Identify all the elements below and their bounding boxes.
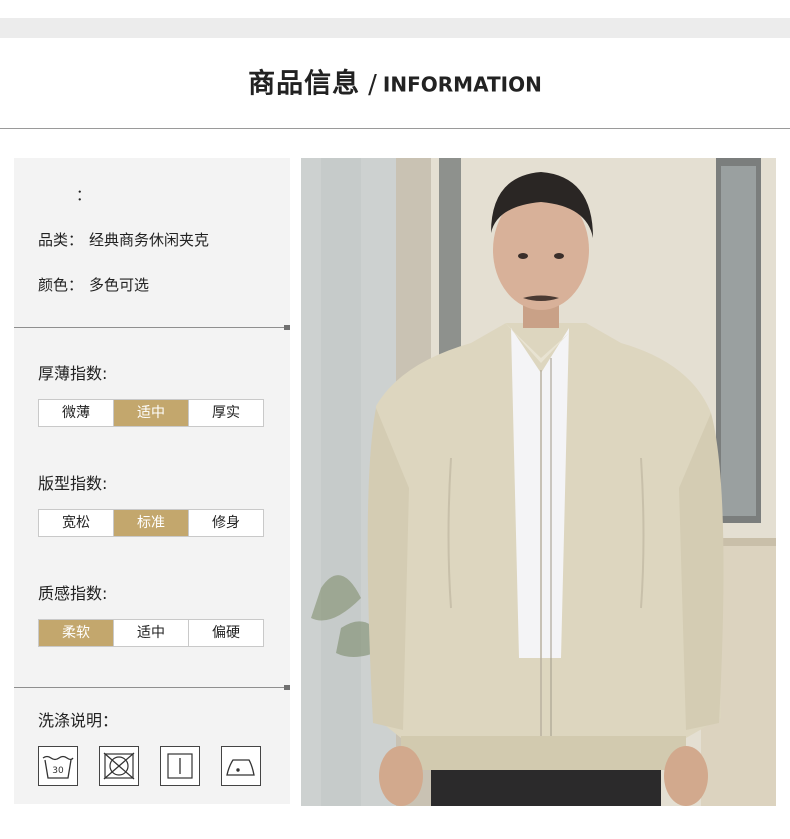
texture-option-medium: 适中 [113, 620, 188, 646]
fit-option-slim: 修身 [188, 510, 263, 536]
product-photo [301, 158, 776, 806]
model-wearing-jacket-image [301, 158, 776, 806]
category-row: 品类： 经典商务休闲夹克 [38, 229, 209, 250]
thickness-option-medium: 适中 [113, 400, 188, 426]
section-divider [14, 325, 290, 330]
fit-index-scale: 宽松 标准 修身 [38, 509, 264, 537]
section-divider [14, 685, 290, 690]
texture-index-title: 质感指数: [38, 584, 108, 603]
fit-option-loose: 宽松 [62, 515, 90, 531]
category-value: 经典商务休闲夹克 [89, 231, 210, 249]
divider-marker [284, 325, 290, 330]
do-not-tumble-dry-icon [99, 746, 139, 786]
line-dry-icon [160, 746, 200, 786]
wash-30-icon: 30 [38, 746, 78, 786]
divider-marker [284, 685, 290, 690]
top-band [0, 18, 790, 38]
thickness-option-thick: 厚实 [188, 400, 263, 426]
texture-option-soft: 柔软 [39, 620, 113, 646]
washing-title: 洗涤说明： [38, 711, 119, 730]
texture-option-stiff: 偏硬 [188, 620, 263, 646]
thickness-option-thin: 微薄 [62, 405, 90, 421]
fit-option-standard: 标准 [113, 510, 188, 536]
info-panel: ： 品类： 经典商务休闲夹克 颜色： 多色可选 厚薄指数: 微薄 适中 厚实 版型指… [14, 158, 290, 804]
iron-low-icon [221, 746, 261, 786]
category-label: 品类： [38, 231, 84, 249]
heading-separator: / [368, 69, 377, 100]
blank-field: ： [76, 186, 92, 204]
thickness-index-scale: 微薄 适中 厚实 [38, 399, 264, 427]
color-row: 颜色： 多色可选 [38, 274, 149, 295]
texture-index-scale: 柔软 适中 偏硬 [38, 619, 264, 647]
fit-index-title: 版型指数: [38, 474, 108, 493]
color-value: 多色可选 [89, 276, 150, 294]
heading-rule [0, 128, 790, 129]
color-label: 颜色： [38, 276, 84, 294]
wash-temperature: 30 [52, 766, 64, 776]
section-heading: 商品信息 / INFORMATION [0, 62, 790, 107]
care-icons: 30 [38, 746, 261, 786]
thickness-index-title: 厚薄指数: [38, 364, 108, 383]
heading-title-en: INFORMATION [382, 72, 542, 97]
heading-title-cn: 商品信息 [248, 68, 361, 100]
